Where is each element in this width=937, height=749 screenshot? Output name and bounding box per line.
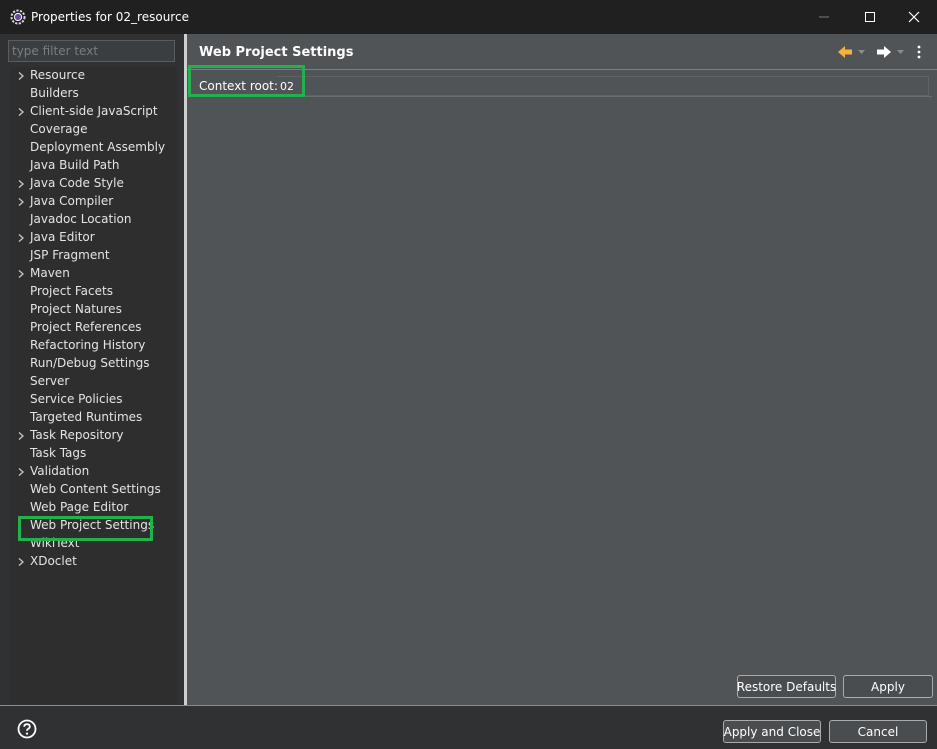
tree-item[interactable]: Validation bbox=[10, 463, 177, 481]
chevron-right-icon[interactable] bbox=[16, 467, 26, 477]
minimize-icon bbox=[819, 16, 829, 18]
tree-item-label: Javadoc Location bbox=[30, 212, 132, 226]
tree-item-label: Java Code Style bbox=[30, 176, 124, 190]
tree-item[interactable]: Refactoring History bbox=[10, 337, 177, 355]
title-bar: Properties for 02_resource bbox=[0, 0, 937, 34]
tree-item[interactable]: WikiText bbox=[10, 535, 177, 553]
chevron-right-icon[interactable] bbox=[16, 71, 26, 81]
tree-item[interactable]: Project Facets bbox=[10, 283, 177, 301]
left-panel: Resource Builders Client-side JavaScript Co… bbox=[8, 38, 177, 704]
chevron-right-icon[interactable] bbox=[16, 233, 26, 243]
tree-item-label: Web Project Settings bbox=[30, 518, 155, 532]
tree-item-label: Project Facets bbox=[30, 284, 113, 298]
property-tree: Resource Builders Client-side JavaScript Co… bbox=[10, 67, 177, 704]
tree-item[interactable]: Web Page Editor bbox=[10, 499, 177, 517]
tree-item-label: Service Policies bbox=[30, 392, 123, 406]
tree-item[interactable]: JSP Fragment bbox=[10, 247, 177, 265]
tree-item[interactable]: Java Editor bbox=[10, 229, 177, 247]
tree-item[interactable]: Project References bbox=[10, 319, 177, 337]
title-divider bbox=[187, 69, 937, 70]
chevron-right-icon[interactable] bbox=[16, 269, 26, 279]
apply-and-close-button[interactable]: Apply and Close bbox=[723, 720, 821, 743]
tree-item[interactable]: Task Tags bbox=[10, 445, 177, 463]
maximize-icon bbox=[865, 12, 875, 22]
tree-item[interactable]: Task Repository bbox=[10, 427, 177, 445]
filter-input[interactable] bbox=[8, 40, 175, 62]
tree-item[interactable]: Java Compiler bbox=[10, 193, 177, 211]
tree-item[interactable]: Builders bbox=[10, 85, 177, 103]
context-root-row: Context root: bbox=[189, 74, 932, 97]
back-button[interactable] bbox=[837, 43, 867, 61]
chevron-right-icon[interactable] bbox=[16, 197, 26, 207]
settings-page: Web Project Settings Context root: Resto… bbox=[187, 34, 937, 705]
tree-item-label: XDoclet bbox=[30, 554, 77, 568]
chevron-right-icon[interactable] bbox=[16, 557, 26, 567]
chevron-right-icon[interactable] bbox=[16, 431, 26, 441]
arrow-right-icon bbox=[877, 46, 904, 58]
chevron-right-icon[interactable] bbox=[16, 107, 26, 117]
forward-button[interactable] bbox=[876, 43, 906, 61]
tree-item-label: Java Compiler bbox=[30, 194, 114, 208]
tree-item[interactable]: Run/Debug Settings bbox=[10, 355, 177, 373]
tree-item[interactable]: Maven bbox=[10, 265, 177, 283]
tree-item-label: Project References bbox=[30, 320, 142, 334]
tree-item[interactable]: Resource bbox=[10, 67, 177, 85]
tree-item-label: Coverage bbox=[30, 122, 88, 136]
tree-item-label: Java Build Path bbox=[30, 158, 120, 172]
tree-item-label: Resource bbox=[30, 68, 86, 82]
view-menu-button[interactable] bbox=[916, 43, 922, 61]
tree-item-label: Java Editor bbox=[30, 230, 95, 244]
tree-item-label: Maven bbox=[30, 266, 70, 280]
maximize-button[interactable] bbox=[847, 0, 893, 34]
tree-item[interactable]: Project Natures bbox=[10, 301, 177, 319]
tree-item[interactable]: XDoclet bbox=[10, 553, 177, 571]
tree-item[interactable]: Client-side JavaScript bbox=[10, 103, 177, 121]
page-title: Web Project Settings bbox=[199, 45, 354, 60]
dialog-button-bar: Apply and Close Cancel bbox=[0, 706, 937, 749]
apply-button[interactable]: Apply bbox=[843, 675, 933, 698]
tree-item-label: JSP Fragment bbox=[30, 248, 110, 262]
chevron-right-icon[interactable] bbox=[16, 179, 26, 189]
tree-item-label: Client-side JavaScript bbox=[30, 104, 158, 118]
tree-item-label: Server bbox=[30, 374, 70, 388]
tree-item-label: Targeted Runtimes bbox=[30, 410, 143, 424]
context-root-input[interactable] bbox=[277, 76, 929, 96]
tree-item[interactable]: Coverage bbox=[10, 121, 177, 139]
tree-item[interactable]: Server bbox=[10, 373, 177, 391]
tree-item[interactable]: Web Project Settings bbox=[10, 517, 177, 535]
minimize-button[interactable] bbox=[801, 0, 847, 34]
tree-item-label: Run/Debug Settings bbox=[30, 356, 150, 370]
eclipse-gear-icon bbox=[10, 9, 26, 25]
tree-item-label: Task Tags bbox=[30, 446, 87, 460]
tree-item-label: WikiText bbox=[30, 536, 80, 550]
tree-item-label: Deployment Assembly bbox=[30, 140, 166, 154]
tree-item[interactable]: Java Build Path bbox=[10, 157, 177, 175]
tree-item[interactable]: Javadoc Location bbox=[10, 211, 177, 229]
tree-item[interactable]: Deployment Assembly bbox=[10, 139, 177, 157]
tree-item-label: Project Natures bbox=[30, 302, 122, 316]
question-mark-icon[interactable] bbox=[17, 719, 37, 739]
tree-item[interactable]: Java Code Style bbox=[10, 175, 177, 193]
tree-item-label: Web Content Settings bbox=[30, 482, 161, 496]
tree-item[interactable]: Service Policies bbox=[10, 391, 177, 409]
tree-item[interactable]: Targeted Runtimes bbox=[10, 409, 177, 427]
tree-item-label: Refactoring History bbox=[30, 338, 146, 352]
tree-item[interactable]: Web Content Settings bbox=[10, 481, 177, 499]
arrow-left-icon bbox=[838, 46, 865, 58]
cancel-button[interactable]: Cancel bbox=[829, 720, 927, 743]
context-root-label: Context root: bbox=[199, 79, 278, 93]
close-button[interactable] bbox=[891, 0, 937, 34]
tree-item-label: Builders bbox=[30, 86, 79, 100]
window-title: Properties for 02_resource bbox=[31, 10, 189, 24]
tree-item-label: Task Repository bbox=[30, 428, 124, 442]
tree-item-label: Web Page Editor bbox=[30, 500, 129, 514]
restore-defaults-button[interactable]: Restore Defaults bbox=[737, 675, 836, 698]
vertical-dots-icon bbox=[917, 45, 921, 59]
close-icon bbox=[908, 11, 920, 23]
tree-item-label: Validation bbox=[30, 464, 90, 478]
